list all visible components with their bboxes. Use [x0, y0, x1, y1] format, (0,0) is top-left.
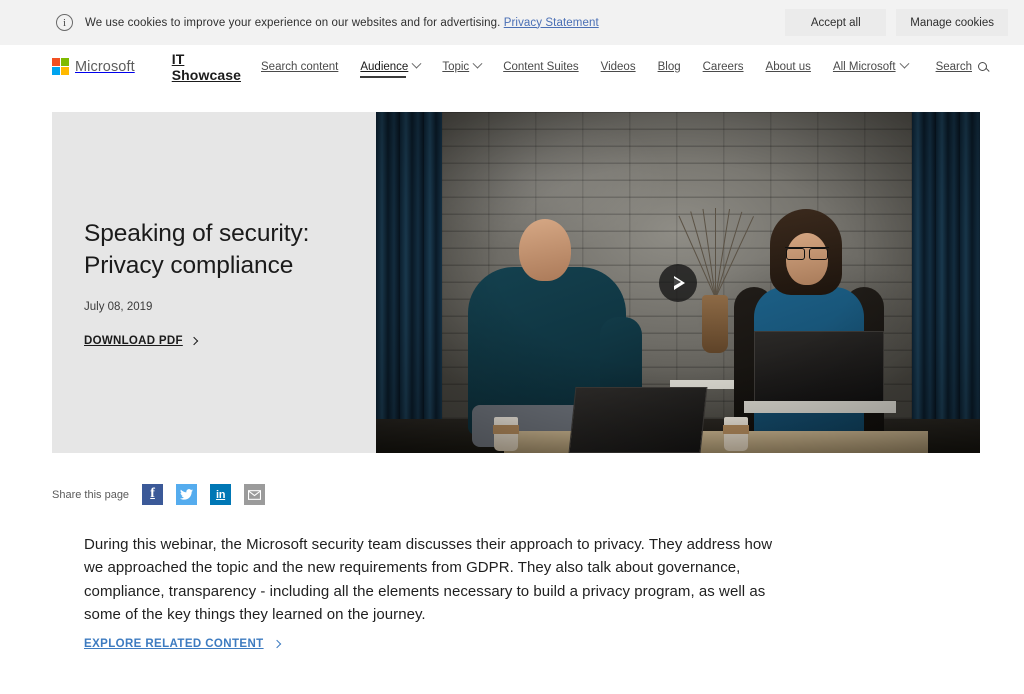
play-triangle [674, 275, 685, 290]
download-pdf-label: DOWNLOAD PDF [84, 334, 183, 347]
linkedin-glyph: in [215, 488, 226, 501]
microsoft-logo[interactable]: Microsoft [52, 58, 135, 75]
it-showcase-brand[interactable]: IT Showcase [172, 51, 241, 83]
facebook-icon[interactable]: f [142, 484, 164, 505]
nav-item-label: Content Suites [503, 60, 579, 73]
nav-item-content-suites[interactable]: Content Suites [503, 58, 578, 76]
email-icon[interactable] [244, 484, 266, 505]
all-microsoft-label: All Microsoft [832, 60, 896, 73]
manage-cookies-button[interactable]: Manage cookies [896, 9, 1008, 36]
video-thumbnail[interactable] [376, 112, 980, 453]
download-pdf-link[interactable]: DOWNLOAD PDF [84, 335, 376, 347]
microsoft-wordmark: Microsoft [75, 58, 135, 75]
nav-right-group: All Microsoft Search [833, 58, 987, 76]
chevron-right-icon [272, 639, 281, 649]
publish-date: July 08, 2019 [84, 300, 153, 313]
nav-item-videos[interactable]: Videos [601, 58, 636, 76]
hero-section: Speaking of security: Privacy compliance… [52, 112, 980, 453]
cookie-message-text: We use cookies to improve your experienc… [85, 16, 501, 29]
nav-item-label: Topic [442, 60, 470, 73]
hero-text-panel: Speaking of security: Privacy compliance… [52, 112, 376, 453]
cookie-consent-banner: i We use cookies to improve your experie… [0, 0, 1024, 45]
nav-item-topic[interactable]: Topic [442, 58, 483, 76]
explore-label: EXPLORE RELATED CONTENT [84, 638, 264, 650]
share-bar: Share this page f in [52, 484, 266, 505]
nav-item-label: Audience [360, 60, 409, 73]
privacy-statement-link[interactable]: Privacy Statement [504, 17, 599, 29]
chevron-down-icon [472, 58, 483, 69]
nav-item-label: Careers [702, 60, 744, 73]
nav-links: Search content Audience Topic Content Su… [261, 58, 833, 78]
nav-item-blog[interactable]: Blog [658, 58, 681, 76]
page-title: Speaking of security: Privacy compliance [84, 220, 310, 279]
explore-related-content-link[interactable]: EXPLORE RELATED CONTENT [84, 638, 281, 650]
facebook-glyph: f [150, 486, 155, 501]
cookie-actions: Accept all Manage cookies [785, 9, 1008, 36]
search-label: Search [935, 60, 972, 73]
chevron-right-icon [189, 336, 199, 346]
nav-item-label: Search content [261, 60, 339, 73]
share-label: Share this page [52, 488, 130, 501]
linkedin-icon[interactable]: in [210, 484, 232, 505]
nav-item-audience[interactable]: Audience [360, 58, 422, 78]
nav-item-label: About us [765, 60, 811, 73]
microsoft-squares-icon [52, 58, 69, 75]
nav-item-search-content[interactable]: Search content [261, 58, 338, 76]
article-paragraph: During this webinar, the Microsoft secur… [84, 536, 773, 623]
search-icon [978, 62, 987, 71]
nav-item-careers[interactable]: Careers [703, 58, 744, 76]
search-button[interactable]: Search [936, 61, 987, 73]
chevron-down-icon [411, 58, 422, 69]
twitter-icon[interactable] [176, 484, 198, 505]
chevron-down-icon [899, 58, 910, 69]
site-navigation: Microsoft IT Showcase Search content Aud… [0, 45, 1024, 88]
nav-item-about-us[interactable]: About us [766, 58, 811, 76]
cookie-message: We use cookies to improve your experienc… [85, 17, 599, 29]
info-icon: i [56, 14, 73, 31]
nav-item-label: Blog [657, 60, 681, 73]
play-icon[interactable] [659, 263, 697, 302]
accept-all-button[interactable]: Accept all [785, 9, 887, 36]
all-microsoft-menu[interactable]: All Microsoft [832, 58, 910, 76]
nav-item-label: Videos [600, 60, 636, 73]
